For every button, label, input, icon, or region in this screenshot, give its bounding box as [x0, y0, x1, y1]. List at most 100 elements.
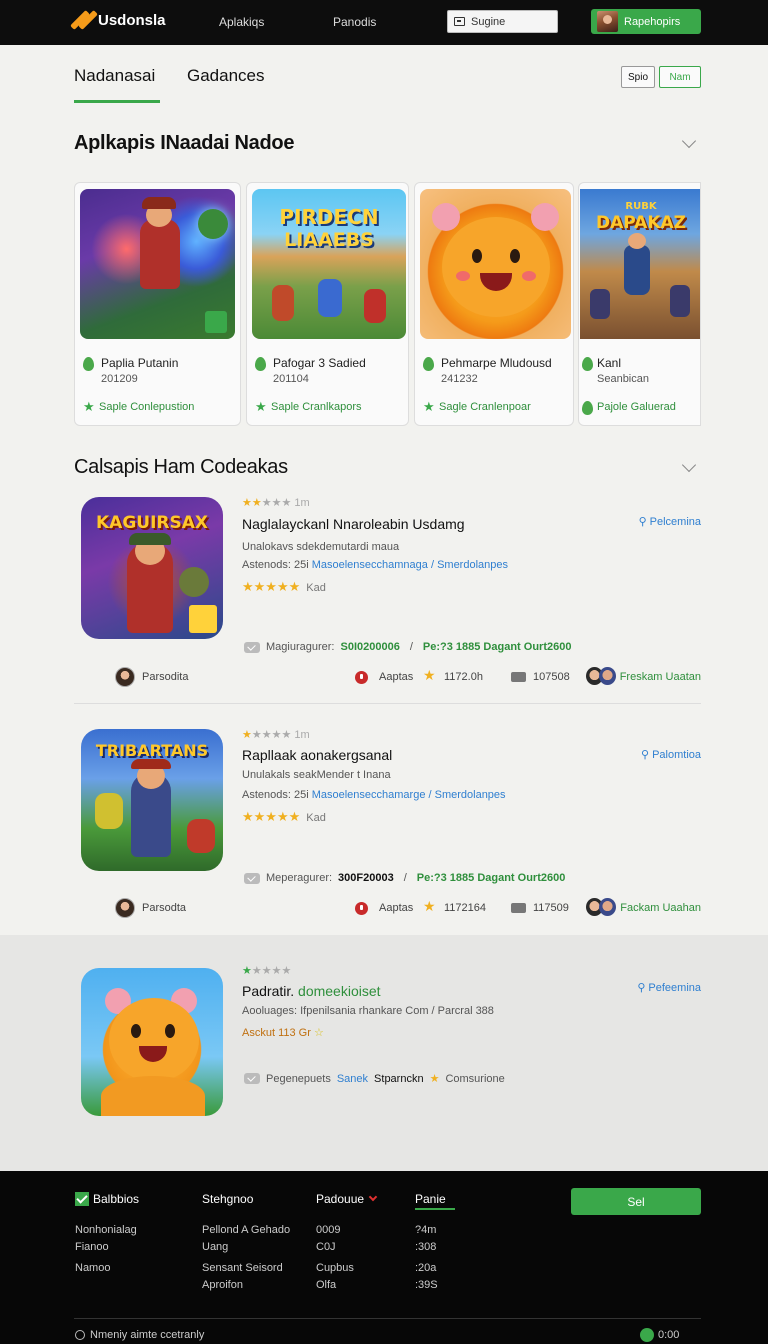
- meta-end: Comsurione: [445, 1072, 505, 1085]
- footer-link[interactable]: Aproifon: [202, 1279, 243, 1291]
- chevron-down-icon[interactable]: [681, 133, 697, 149]
- footer-link[interactable]: :308: [415, 1241, 436, 1253]
- carousel-card[interactable]: PIRDECN LIAAEBS Pafogar 3 Sadied 201104 …: [246, 182, 409, 426]
- footer-col-2-head: Stehgnoo: [202, 1192, 254, 1206]
- location-pin-icon: [355, 902, 368, 915]
- top-bar: Usdonsla Aplakiqs Panodis Sugine Rapehop…: [0, 0, 768, 45]
- user-menu-button[interactable]: Rapehopirs: [591, 9, 701, 34]
- footer-link[interactable]: Namoo: [75, 1262, 110, 1274]
- star-icon: ★: [423, 898, 436, 914]
- footer-link[interactable]: Uang: [202, 1241, 228, 1253]
- tab-button-spio[interactable]: Spio: [621, 66, 655, 88]
- tab-nadanasai[interactable]: Nadanasai: [74, 66, 155, 86]
- footer-link[interactable]: Olfa: [316, 1279, 336, 1291]
- item-meta: Pegenepuets Sanek Stparnckn ★ Comsurione: [244, 1072, 505, 1085]
- nav-link-aplakiqs[interactable]: Aplakiqs: [219, 15, 264, 29]
- art-title-line-1: RUBK: [625, 201, 657, 212]
- list-item[interactable]: ★★★★★ Padratir. domeekioiset Aooluages: …: [74, 962, 701, 1132]
- footer-link[interactable]: Sensant Seisord: [202, 1262, 283, 1274]
- footer-col-4-head[interactable]: Panie: [415, 1192, 446, 1206]
- art-title-line-1: PIRDECN: [279, 205, 379, 229]
- link-icon: ⚲: [637, 982, 646, 994]
- brand-logo[interactable]: Usdonsla: [70, 10, 166, 30]
- footer-action-button[interactable]: Sel: [571, 1188, 701, 1215]
- footer-link[interactable]: 0009: [316, 1224, 340, 1236]
- game-icon: KAGUIRSAX: [81, 497, 223, 639]
- item-title[interactable]: Padratir. domeekioiset: [242, 983, 381, 999]
- meta-separator: /: [403, 872, 407, 884]
- card-link[interactable]: Saple Cranlkapors: [271, 401, 362, 413]
- carousel-card[interactable]: RUBK DAPAKAZ Kanl Seanbican Pajole Galue…: [578, 182, 701, 426]
- item-line-2-link[interactable]: Masoelensecchamnaga / Smerdolanpes: [312, 559, 508, 571]
- pay-link-label: Pefeemina: [648, 981, 701, 994]
- card-title: Paplia Putanin: [101, 356, 179, 370]
- item-meta: Magiuragurer: S0I0200006 / Pe:?3 1885 Da…: [244, 641, 571, 653]
- footer-link[interactable]: Nonhonialag: [75, 1224, 137, 1236]
- meta-value: S0I0200006: [340, 641, 400, 653]
- author-avatar: [115, 667, 135, 687]
- meta-separator: /: [409, 641, 413, 653]
- location-label: Aaptas: [379, 902, 414, 914]
- footer-bottom-text[interactable]: Nmeniy aimte ccetranly: [90, 1329, 204, 1341]
- friends-link[interactable]: Freskam Uaatan: [620, 671, 701, 683]
- footer-time: 0:00: [658, 1329, 680, 1341]
- footer-link[interactable]: Cupbus: [316, 1262, 354, 1274]
- tab-button-nam[interactable]: Nam: [659, 66, 701, 88]
- item-line-1: Unalokavs sdekdemutardi maua: [242, 541, 400, 553]
- item-title[interactable]: Naglalayckanl Nnaroleabin Usdamg: [242, 516, 465, 532]
- game-art-war: RUBK DAPAKAZ: [580, 189, 700, 339]
- star-icon: ★: [255, 399, 267, 414]
- item-line-1: Unulakals seakMender t Inana: [242, 769, 391, 781]
- search-label: Sugine: [471, 15, 506, 28]
- search-icon: [454, 17, 465, 26]
- author-name[interactable]: Parsodita: [142, 671, 188, 683]
- count-secondary: 107508: [533, 671, 570, 683]
- tab-gadances[interactable]: Gadances: [187, 66, 265, 86]
- item-title[interactable]: Rapllaak aonakergsanal: [242, 747, 392, 763]
- star-icon: ☆: [313, 1027, 324, 1039]
- download-icon: [511, 903, 526, 913]
- small-rating-text: 1m: [294, 497, 310, 509]
- footer-link[interactable]: :39S: [415, 1279, 438, 1291]
- item-line-2-link[interactable]: Masoelensecchamarge / Smerdolanpes: [312, 789, 506, 801]
- meta-blue[interactable]: Sanek: [337, 1073, 368, 1085]
- footer-link[interactable]: C0J: [316, 1241, 336, 1253]
- link-icon: ⚲: [641, 749, 650, 761]
- item-line-2-prefix: Astenods: 25i: [242, 559, 309, 571]
- carousel-card[interactable]: Paplia Putanin 201209 ★ Saple Conlepusti…: [74, 182, 241, 426]
- leaf-icon: [582, 357, 593, 371]
- item-line-2-prefix: Astenods: 25i: [242, 789, 309, 801]
- card-link[interactable]: Sagle Cranlenpoar: [439, 401, 531, 413]
- game-art-pet: [420, 189, 571, 339]
- footer-link[interactable]: Fianoo: [75, 1241, 109, 1253]
- pay-link[interactable]: ⚲ Palomtioa: [641, 748, 701, 762]
- nav-link-panodis[interactable]: Panodis: [333, 15, 376, 29]
- footer-link[interactable]: :20a: [415, 1262, 436, 1274]
- search-box[interactable]: Sugine: [447, 10, 558, 33]
- carousel-card[interactable]: Pehmarpe Mludousd 241232 ★ Sagle Cranlen…: [414, 182, 574, 426]
- chevron-down-icon[interactable]: [681, 457, 697, 473]
- footer-link[interactable]: Pellond A Gehado: [202, 1224, 290, 1236]
- item-line-2-text: Asckut 113 Gr: [242, 1027, 311, 1039]
- check-icon: [75, 1192, 89, 1206]
- small-rating: ★★★★★ 1m: [242, 497, 310, 509]
- leaf-icon: [255, 357, 266, 371]
- card-link[interactable]: Pajole Galuerad: [597, 401, 676, 413]
- friends-avatars: [586, 898, 616, 918]
- list-item[interactable]: KAGUIRSAX ★★★★★ 1m Naglalayckanl Nnarole…: [74, 490, 701, 700]
- friends-link[interactable]: Fackam Uaahan: [620, 902, 701, 914]
- meta-label: Pegenepuets: [266, 1072, 331, 1085]
- card-title: Kanl: [597, 356, 622, 370]
- footer-col-3-head[interactable]: Padouue: [316, 1192, 378, 1206]
- author-name[interactable]: Parsodta: [142, 902, 186, 914]
- leaf-icon: [83, 357, 94, 371]
- card-link[interactable]: Saple Conlepustion: [99, 401, 194, 413]
- footer-link[interactable]: ?4m: [415, 1224, 436, 1236]
- leaf-icon: [423, 357, 434, 371]
- active-tab-indicator: [74, 100, 160, 103]
- list-item[interactable]: TRIBARTANS ★★★★★ 1m Rapllaak aonakergsan…: [74, 722, 701, 932]
- pay-link[interactable]: ⚲ Pelcemina: [639, 515, 701, 529]
- item-line-2: Asckut 113 Gr ☆: [242, 1026, 324, 1039]
- pay-link[interactable]: ⚲ Pefeemina: [637, 981, 701, 995]
- art-title-line-2: LIAAEBS: [284, 229, 374, 251]
